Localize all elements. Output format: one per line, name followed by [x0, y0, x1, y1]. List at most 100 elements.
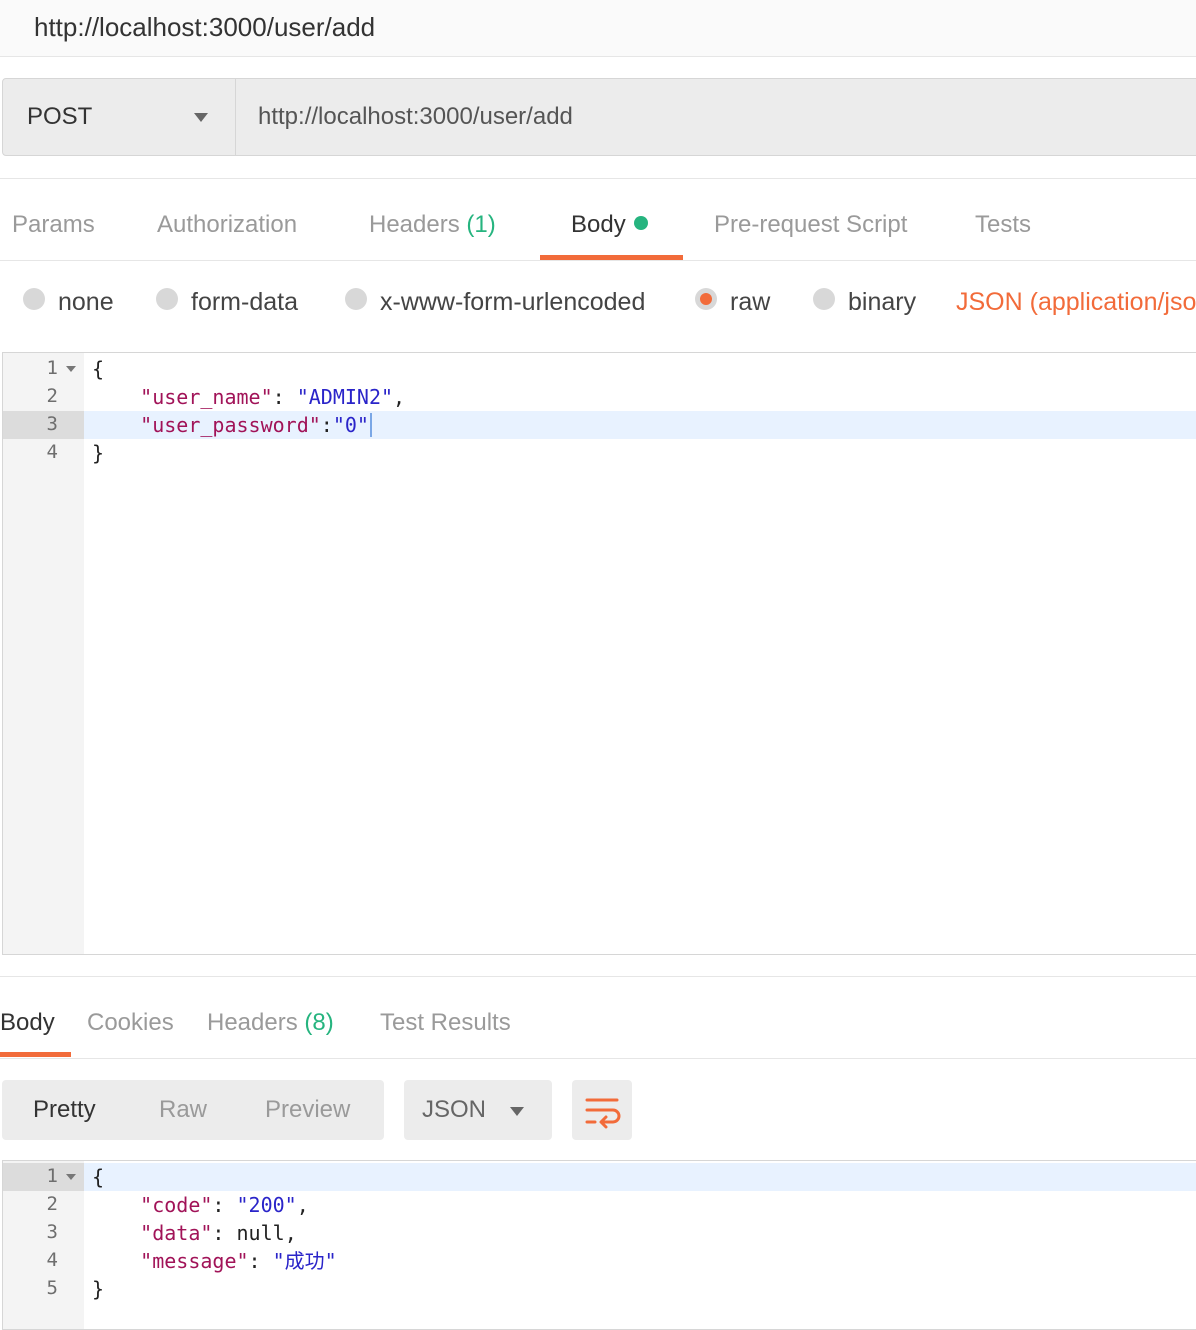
- line-number: 4: [3, 439, 84, 467]
- chevron-down-icon: [510, 1107, 524, 1116]
- line-number-text: 3: [46, 1221, 58, 1243]
- radio-form-data-label: form-data: [191, 288, 298, 316]
- line-number: 4: [3, 1247, 84, 1275]
- divider: [0, 260, 1196, 261]
- radio-raw[interactable]: [695, 288, 717, 310]
- line-number: 1: [3, 355, 84, 383]
- json-string: "ADMIN2": [296, 385, 394, 409]
- json-key: "user_password": [140, 413, 321, 437]
- request-bar: POST http://localhost:3000/user/add: [2, 78, 1196, 156]
- line-number-text: 5: [46, 1277, 58, 1299]
- code-line: "message": "成功": [92, 1247, 337, 1275]
- wrap-lines-icon: [585, 1098, 621, 1129]
- json-key: "user_name": [140, 385, 273, 409]
- tab-response-headers-label: Headers: [207, 1009, 298, 1036]
- json-punct: ,: [393, 385, 406, 409]
- json-null: null: [236, 1221, 285, 1245]
- line-number: 3: [3, 1219, 84, 1247]
- line-number: 2: [3, 1191, 84, 1219]
- tab-body[interactable]: Body: [571, 211, 648, 239]
- json-punct: :: [320, 413, 333, 437]
- method-label: POST: [27, 103, 93, 130]
- radio-urlencoded-label: x-www-form-urlencoded: [380, 288, 646, 316]
- line-number-text: 2: [46, 385, 58, 407]
- url-input[interactable]: http://localhost:3000/user/add: [258, 103, 573, 131]
- response-headers-count: (8): [304, 1009, 334, 1036]
- tab-cookies[interactable]: Cookies: [87, 1009, 174, 1037]
- divider: [0, 178, 1196, 179]
- tab-headers[interactable]: Headers (1): [369, 211, 496, 239]
- json-key: "code": [140, 1193, 213, 1217]
- json-punct: {: [92, 1165, 105, 1189]
- content-type-select[interactable]: JSON (application/json): [956, 288, 1196, 317]
- request-title: http://localhost:3000/user/add: [34, 12, 376, 42]
- body-indicator-dot: [633, 216, 648, 230]
- json-punct: {: [92, 357, 105, 381]
- code-line: {: [92, 1163, 104, 1191]
- radio-none-label: none: [58, 288, 114, 316]
- json-string: "0": [332, 413, 369, 437]
- view-mode-segmented: Pretty Raw Preview: [2, 1080, 384, 1140]
- radio-binary[interactable]: [813, 288, 835, 310]
- json-key: "data": [140, 1221, 213, 1245]
- line-number-text: 2: [46, 1193, 58, 1215]
- text-cursor: [369, 413, 372, 437]
- json-string: "成功": [272, 1249, 337, 1273]
- radio-none[interactable]: [23, 288, 45, 310]
- tab-body-label: Body: [571, 211, 626, 238]
- request-body-editor[interactable]: 1 2 3 4 { "user_name": "ADMIN2", "user_p…: [2, 352, 1196, 955]
- fold-arrow-icon[interactable]: [66, 366, 76, 372]
- json-punct: :: [212, 1193, 237, 1217]
- code-line: }: [92, 439, 104, 467]
- radio-raw-label: raw: [730, 288, 771, 316]
- line-number: 1: [3, 1163, 84, 1191]
- code-line: }: [92, 1275, 104, 1303]
- view-pretty-button[interactable]: Pretty: [33, 1096, 96, 1124]
- tab-authorization[interactable]: Authorization: [157, 211, 297, 239]
- code-line: "data": null,: [92, 1219, 297, 1247]
- json-punct: :: [248, 1249, 273, 1273]
- divider: [0, 976, 1196, 977]
- method-select[interactable]: POST: [3, 79, 236, 155]
- radio-binary-label: binary: [848, 288, 917, 316]
- line-number: 5: [3, 1275, 84, 1303]
- json-punct: ,: [284, 1221, 297, 1245]
- divider: [0, 1058, 1196, 1059]
- line-number-text: 1: [46, 357, 58, 379]
- tab-pre-request-script[interactable]: Pre-request Script: [714, 211, 907, 239]
- code-line: "code": "200",: [92, 1191, 309, 1219]
- json-punct: }: [92, 1277, 105, 1301]
- radio-urlencoded[interactable]: [345, 288, 367, 310]
- wrap-lines-button[interactable]: [572, 1080, 632, 1140]
- tab-test-results[interactable]: Test Results: [380, 1009, 511, 1037]
- headers-count: (1): [466, 211, 496, 238]
- format-label: JSON: [422, 1096, 487, 1123]
- line-number: 3: [3, 411, 84, 439]
- code-line: "user_password":"0": [92, 411, 372, 439]
- line-number-text: 4: [46, 1249, 58, 1271]
- code-line: {: [92, 355, 104, 383]
- line-number-text: 4: [46, 441, 58, 463]
- format-select[interactable]: JSON: [404, 1080, 552, 1140]
- active-line-highlight: [84, 1163, 1196, 1191]
- tab-params[interactable]: Params: [12, 211, 95, 239]
- request-title-bar: http://localhost:3000/user/add: [0, 0, 1196, 57]
- tab-response-body[interactable]: Body: [0, 1009, 55, 1037]
- view-raw-button[interactable]: Raw: [159, 1096, 207, 1124]
- line-number: 2: [3, 383, 84, 411]
- json-key: "message": [140, 1249, 249, 1273]
- active-tab-underline: [0, 1052, 71, 1057]
- tab-response-headers[interactable]: Headers (8): [207, 1009, 334, 1037]
- code-line: "user_name": "ADMIN2",: [92, 383, 405, 411]
- fold-arrow-icon[interactable]: [66, 1174, 76, 1180]
- response-body-viewer[interactable]: 1 2 3 4 5 { "code": "200", "data": null,…: [2, 1160, 1196, 1330]
- radio-form-data[interactable]: [156, 288, 178, 310]
- json-punct: ,: [296, 1193, 309, 1217]
- line-number-text: 3: [46, 413, 58, 435]
- tab-tests[interactable]: Tests: [975, 211, 1031, 239]
- tab-headers-label: Headers: [369, 211, 460, 238]
- json-punct: :: [212, 1221, 237, 1245]
- view-preview-button[interactable]: Preview: [265, 1096, 350, 1124]
- json-punct: :: [272, 385, 297, 409]
- json-string: "200": [236, 1193, 297, 1217]
